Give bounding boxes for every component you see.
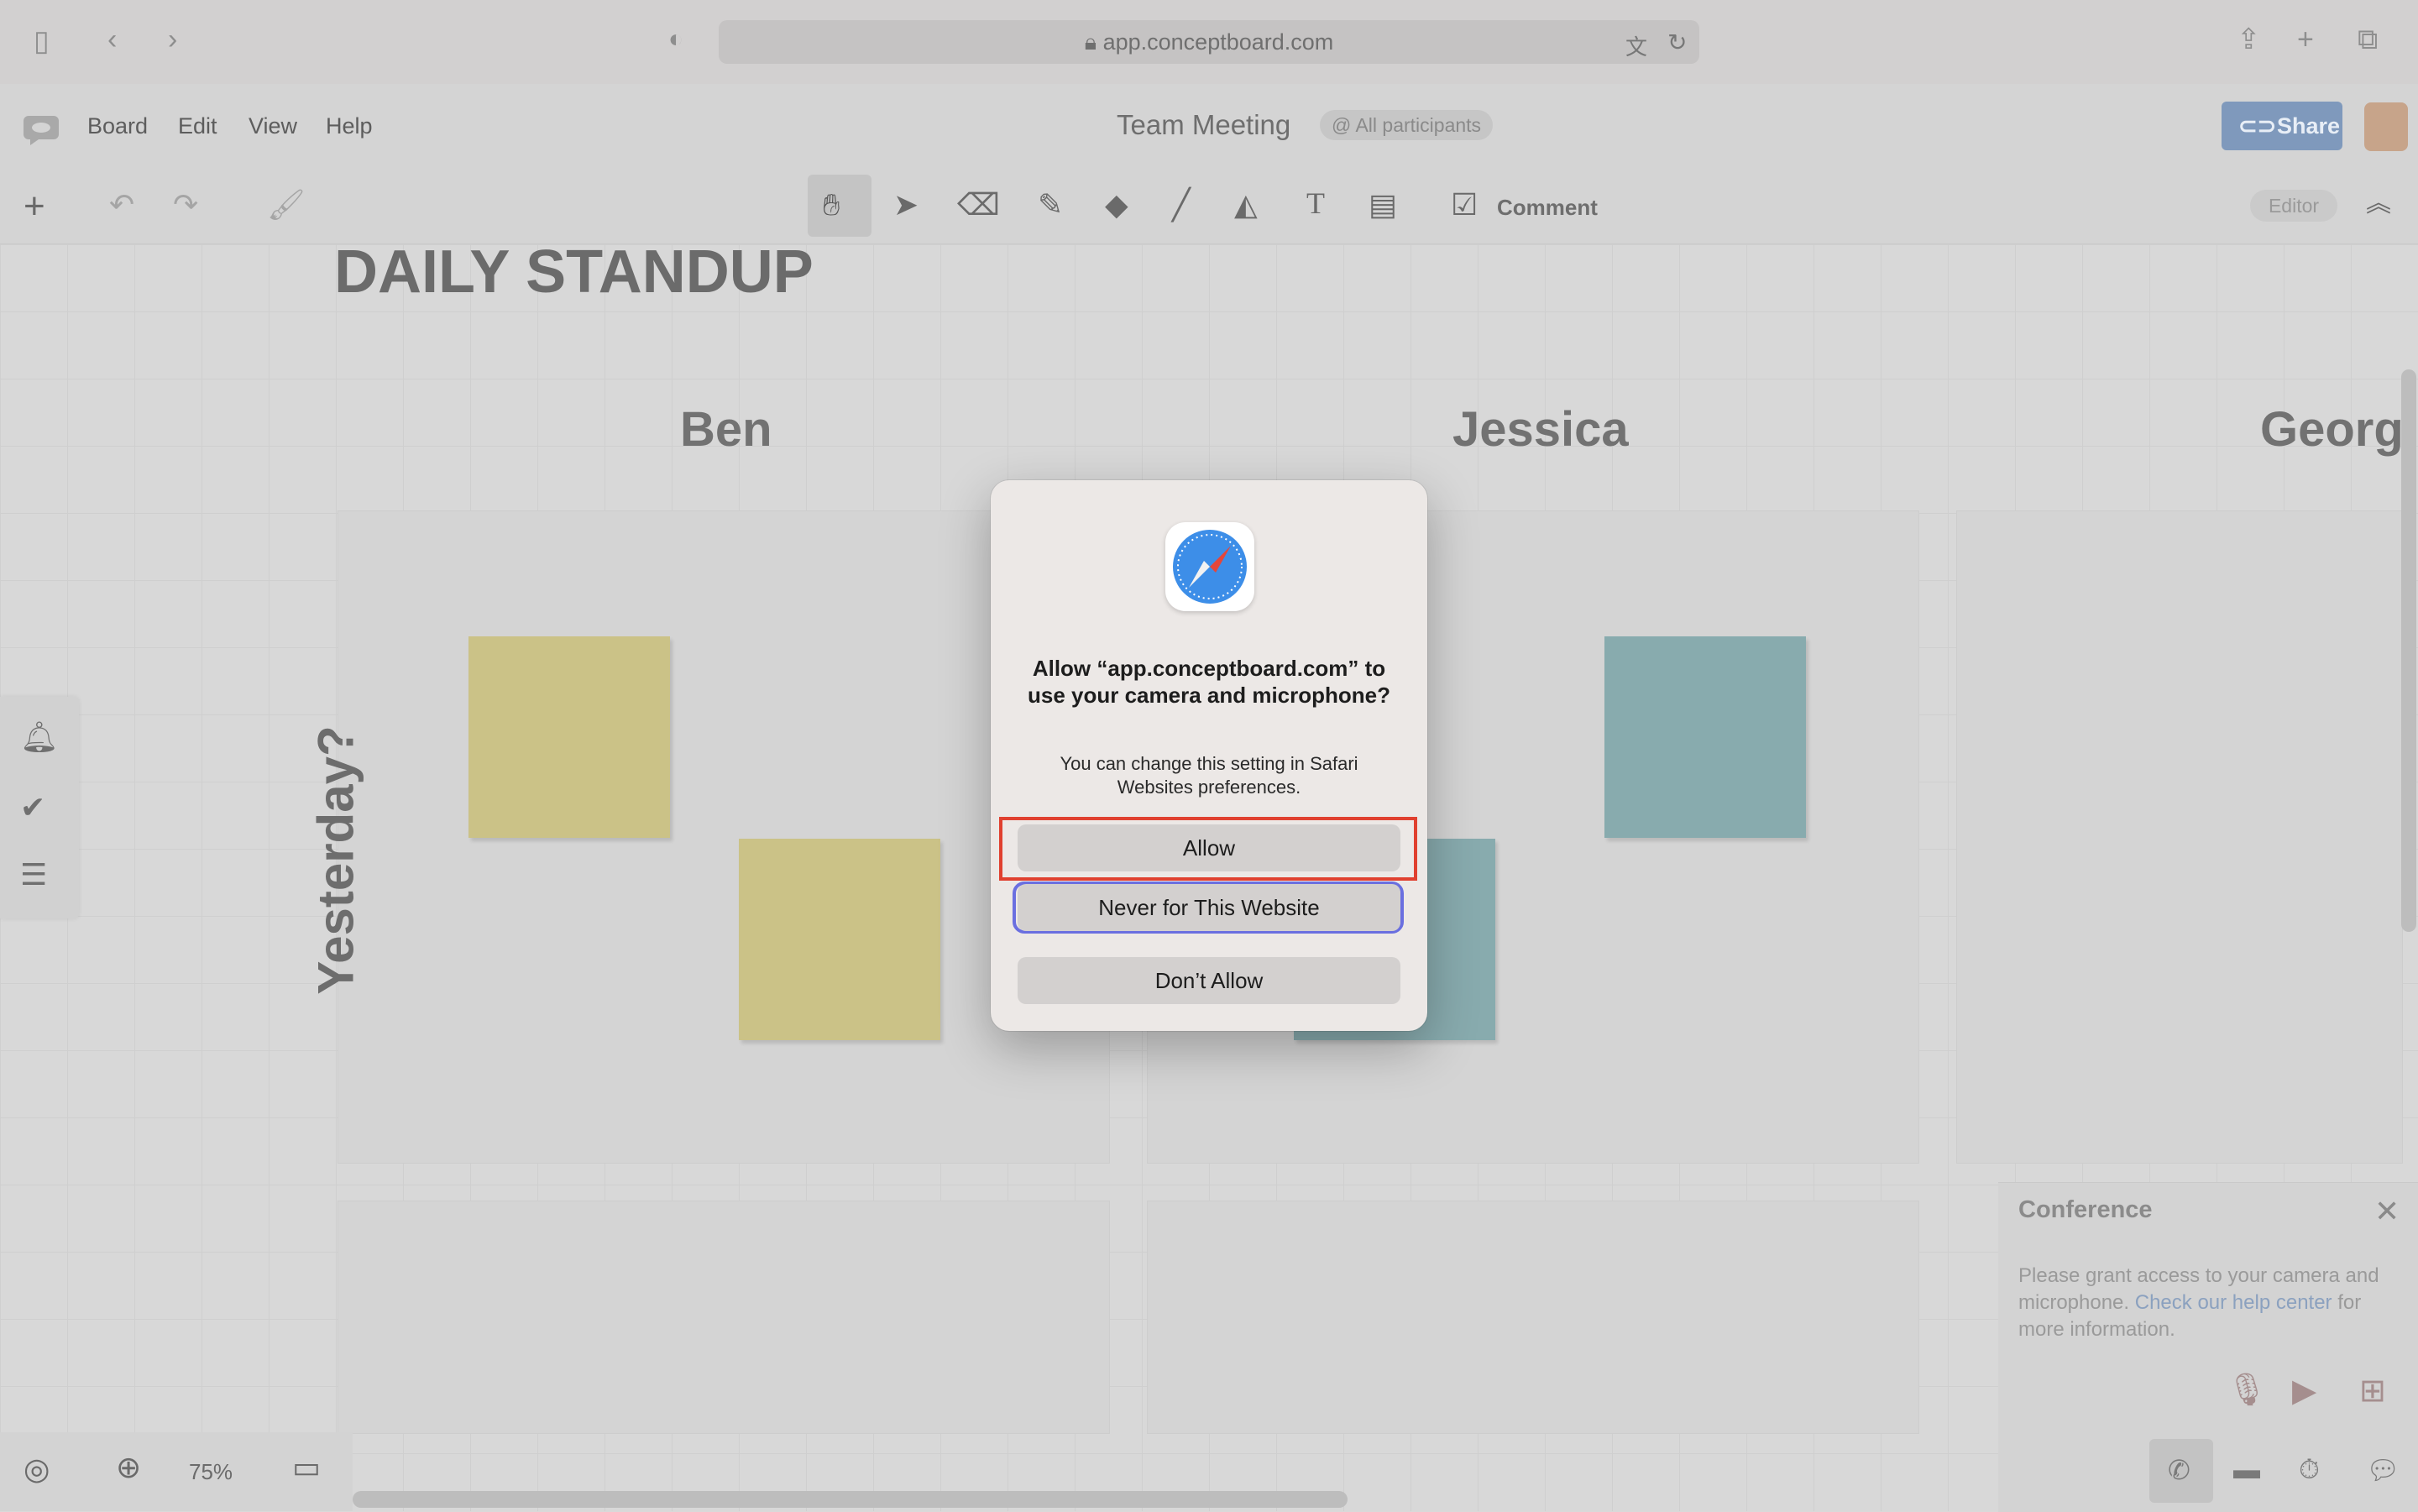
add-icon[interactable]: +: [24, 188, 45, 225]
format-painter-icon[interactable]: 🖌︎: [267, 190, 306, 220]
comment-icon[interactable]: ☑: [1451, 190, 1478, 220]
screen-share-off-icon[interactable]: ⊞: [2359, 1372, 2386, 1410]
sticky-note[interactable]: [739, 839, 940, 1040]
horizontal-scrollbar[interactable]: [353, 1491, 1348, 1508]
row-label-yesterday[interactable]: Yesterday?: [307, 684, 365, 1037]
share-button[interactable]: ⊂⊃ Share: [2222, 102, 2342, 150]
column-header-jessica[interactable]: Jessica: [1452, 401, 1629, 458]
back-icon[interactable]: ‹: [107, 25, 117, 54]
lane-george-yesterday: [1956, 510, 2403, 1164]
marker-tool-icon[interactable]: ◆: [1105, 190, 1128, 220]
sticky-note[interactable]: [468, 636, 670, 838]
dialog-message: You can change this setting in Safari We…: [1060, 753, 1358, 798]
select-tool-icon[interactable]: ➤: [893, 190, 919, 220]
column-header-ben[interactable]: Ben: [680, 401, 772, 458]
phone-icon[interactable]: ✆: [2168, 1454, 2190, 1486]
conceptboard-logo-icon[interactable]: [22, 114, 60, 146]
never-for-this-website-button[interactable]: Never for This Website: [1018, 884, 1400, 931]
list-icon[interactable]: ☰: [20, 860, 47, 890]
address-bar[interactable]: 🔒︎ app.conceptboard.com 文 ↻: [719, 20, 1699, 64]
line-tool-icon[interactable]: ╱: [1172, 190, 1191, 220]
share-page-icon[interactable]: ⇪: [2237, 25, 2261, 54]
tasks-check-icon[interactable]: ✔: [20, 793, 45, 823]
forward-icon[interactable]: ›: [168, 25, 177, 54]
board-heading[interactable]: DAILY STANDUP: [334, 238, 814, 306]
url-text: app.conceptboard.com: [1102, 29, 1334, 55]
presentation-icon[interactable]: ▬: [2233, 1454, 2260, 1485]
safari-compass-icon: [1165, 522, 1254, 611]
mic-off-icon[interactable]: 🎙︎: [2227, 1372, 2267, 1409]
participants-badge[interactable]: @ All participants: [1320, 110, 1494, 140]
column-header-george[interactable]: George: [2260, 401, 2401, 458]
chat-icon[interactable]: 💬︎: [2366, 1454, 2400, 1486]
comment-button[interactable]: Comment: [1497, 195, 1598, 221]
hand-tool-icon[interactable]: ✋︎: [823, 190, 840, 220]
redo-icon[interactable]: ↷: [173, 190, 198, 220]
new-tab-icon[interactable]: +: [2297, 25, 2314, 54]
dialog-title: Allow “app.conceptboard.com” to use your…: [1027, 656, 1390, 708]
editor-badge[interactable]: Editor: [2250, 190, 2337, 222]
menu-board[interactable]: Board: [87, 113, 148, 139]
zoom-level[interactable]: 75%: [189, 1459, 233, 1485]
eraser-tool-icon[interactable]: ⌫: [957, 190, 1000, 220]
tab-overview-icon[interactable]: ⧉: [2358, 25, 2378, 54]
pen-tool-icon[interactable]: ✎: [1038, 190, 1063, 220]
shape-tool-icon[interactable]: ◭: [1234, 190, 1258, 220]
avatar[interactable]: [2364, 102, 2408, 151]
allow-highlight-box: [999, 817, 1417, 881]
sticky-note-tool-icon[interactable]: ▤: [1369, 190, 1397, 220]
sticky-note[interactable]: [1604, 636, 1806, 838]
menu-view[interactable]: View: [249, 113, 297, 139]
navigator-compass-icon[interactable]: ◎: [24, 1454, 50, 1484]
privacy-shield-icon[interactable]: ◐: [668, 27, 683, 52]
collapse-toolbar-icon[interactable]: ︽: [2366, 191, 2391, 217]
vertical-scrollbar[interactable]: [2401, 369, 2416, 932]
zoom-in-icon[interactable]: ⊕: [116, 1452, 141, 1483]
timer-icon[interactable]: ⏱︎: [2299, 1454, 2320, 1486]
conference-message: Please grant access to your camera and m…: [2018, 1263, 2388, 1343]
lock-icon: 🔒︎: [1084, 29, 1103, 55]
share-label: Share: [2277, 113, 2341, 139]
lane-ben-today: [338, 1201, 1110, 1434]
menu-help[interactable]: Help: [326, 113, 373, 139]
camera-off-icon[interactable]: ▶: [2292, 1372, 2316, 1410]
help-center-link[interactable]: Check our help center: [2135, 1291, 2332, 1314]
toolbar: [0, 170, 2418, 244]
conference-title: Conference: [2018, 1196, 2153, 1223]
close-icon[interactable]: ✕: [2374, 1194, 2400, 1229]
board-title[interactable]: Team Meeting: [1117, 109, 1290, 141]
sidebar-toggle-icon[interactable]: ▯: [34, 27, 50, 55]
link-icon: ⊂⊃: [2238, 113, 2277, 139]
text-tool-icon[interactable]: T: [1306, 188, 1325, 218]
dont-allow-button[interactable]: Don’t Allow: [1018, 957, 1400, 1004]
translate-icon[interactable]: 文: [1625, 30, 1647, 61]
lane-jessica-today: [1147, 1201, 1919, 1434]
undo-icon[interactable]: ↶: [109, 190, 134, 220]
menu-edit[interactable]: Edit: [178, 113, 217, 139]
present-screen-icon[interactable]: ▭: [292, 1452, 321, 1483]
reload-icon[interactable]: ↻: [1667, 29, 1687, 56]
notifications-icon[interactable]: 🔔︎: [20, 722, 59, 752]
